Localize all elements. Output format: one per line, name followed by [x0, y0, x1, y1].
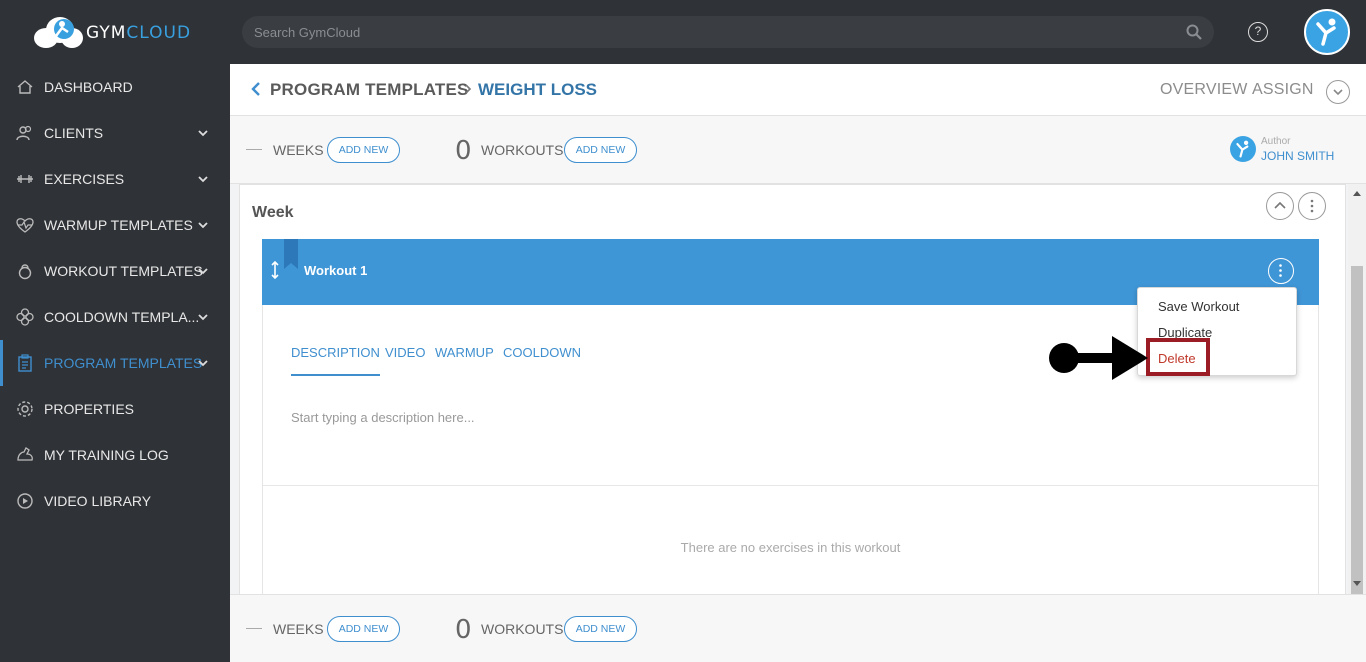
play-icon: [17, 493, 33, 509]
sidebar-item-properties[interactable]: PROPERTIES: [0, 386, 230, 432]
week-card: Week Workout 1 DESCRIPTION VIDEO WARMUP …: [239, 184, 1346, 594]
search-input[interactable]: [254, 16, 1174, 48]
help-icon[interactable]: ?: [1248, 22, 1268, 42]
author-name[interactable]: JOHN SMITH: [1261, 149, 1334, 163]
add-workout-button[interactable]: ADD NEW: [564, 137, 637, 163]
chevron-down-icon[interactable]: [197, 173, 209, 185]
logo[interactable]: GYMCLOUD: [0, 0, 230, 64]
top-bar: GYMCLOUD ?: [0, 0, 1366, 64]
workout-title: Workout 1: [304, 263, 368, 278]
tab-description[interactable]: DESCRIPTION: [291, 345, 380, 376]
weeks-count-placeholder: [246, 149, 262, 150]
add-week-button[interactable]: ADD NEW: [327, 137, 400, 163]
back-chevron-icon[interactable]: [250, 81, 262, 97]
home-icon: [17, 80, 33, 94]
page-header: PROGRAM TEMPLATES WEIGHT LOSS OVERVIEW A…: [230, 64, 1366, 116]
breadcrumb-parent[interactable]: PROGRAM TEMPLATES: [270, 80, 469, 100]
search-icon[interactable]: [1186, 24, 1202, 40]
collapse-week-button[interactable]: [1266, 192, 1294, 220]
user-avatar[interactable]: [1304, 9, 1350, 55]
week-title: Week: [252, 204, 294, 221]
search-bar: [242, 16, 1214, 48]
tab-assign[interactable]: ASSIGN: [1252, 81, 1314, 99]
description-input[interactable]: [291, 405, 991, 429]
tab-cooldown[interactable]: COOLDOWN: [503, 345, 581, 360]
drag-handle-icon[interactable]: [270, 261, 280, 279]
athlete-icon: [1316, 18, 1336, 46]
sidebar-item-my-training-log[interactable]: MY TRAINING LOG: [0, 432, 230, 478]
workouts-count: 0: [455, 136, 472, 166]
author-avatar: [1230, 136, 1256, 162]
week-more-button[interactable]: [1298, 192, 1326, 220]
bookmark-icon: [284, 239, 298, 269]
sidebar: DASHBOARD CLIENTS EXERCISES WARMUP TEMPL…: [0, 64, 230, 662]
content-scrollbar[interactable]: [1348, 184, 1366, 594]
chevron-down-icon[interactable]: [197, 357, 209, 369]
chevron-up-icon: [1274, 201, 1286, 209]
program-toolbar-bottom: WEEKS ADD NEW 0 WORKOUTS ADD NEW: [230, 594, 1366, 662]
dumbbell-icon: [17, 175, 33, 183]
tab-overview[interactable]: OVERVIEW: [1160, 81, 1248, 99]
sidebar-item-program-templates[interactable]: PROGRAM TEMPLATES: [0, 340, 230, 386]
chevron-down-icon[interactable]: [197, 311, 209, 323]
heartbeat-icon: [16, 218, 34, 233]
chevron-down-icon[interactable]: [197, 265, 209, 277]
gear-icon: [17, 401, 33, 417]
sidebar-item-exercises[interactable]: EXERCISES: [0, 156, 230, 202]
add-week-button[interactable]: ADD NEW: [327, 616, 400, 642]
users-icon: [16, 125, 32, 141]
program-content: Week Workout 1 DESCRIPTION VIDEO WARMUP …: [230, 184, 1366, 594]
menu-item-save-workout[interactable]: Save Workout: [1158, 299, 1239, 314]
more-vertical-icon: [1279, 264, 1282, 277]
sidebar-item-cooldown-templates[interactable]: COOLDOWN TEMPLA...: [0, 294, 230, 340]
workout-more-button[interactable]: [1268, 258, 1294, 284]
chevron-down-icon[interactable]: [197, 219, 209, 231]
sidebar-item-warmup-templates[interactable]: WARMUP TEMPLATES: [0, 202, 230, 248]
workouts-label: WORKOUTS: [481, 142, 564, 158]
weeks-count-placeholder: [246, 628, 262, 629]
empty-exercises-message: There are no exercises in this workout: [680, 540, 901, 555]
scroll-up-icon[interactable]: [1353, 190, 1361, 196]
pointer-arrow-icon: [1049, 336, 1148, 380]
kettlebell-icon: [18, 264, 32, 280]
scrollbar-thumb[interactable]: [1351, 266, 1363, 594]
header-dropdown-button[interactable]: [1326, 80, 1350, 104]
tab-warmup[interactable]: WARMUP: [435, 345, 494, 360]
weeks-label: WEEKS: [273, 621, 324, 637]
sidebar-item-video-library[interactable]: VIDEO LIBRARY: [0, 478, 230, 524]
scroll-down-icon[interactable]: [1353, 581, 1361, 587]
chevron-down-icon[interactable]: [197, 127, 209, 139]
athlete-icon: [1236, 140, 1249, 158]
tab-video[interactable]: VIDEO: [385, 345, 425, 360]
clipboard-icon: [18, 354, 32, 372]
chevron-down-icon: [1333, 89, 1343, 96]
sidebar-item-workout-templates[interactable]: WORKOUT TEMPLATES: [0, 248, 230, 294]
workouts-count: 0: [455, 615, 472, 645]
flower-icon: [16, 308, 34, 326]
weeks-label: WEEKS: [273, 142, 324, 158]
more-vertical-icon: [1310, 199, 1314, 213]
sidebar-item-dashboard[interactable]: DASHBOARD: [0, 64, 230, 110]
program-toolbar-top: WEEKS ADD NEW 0 WORKOUTS ADD NEW Author …: [230, 116, 1366, 184]
author-label: Author: [1261, 136, 1291, 147]
divider: [263, 485, 1318, 486]
sidebar-item-clients[interactable]: CLIENTS: [0, 110, 230, 156]
brand-name: GYMCLOUD: [86, 23, 192, 43]
cloud-logo-icon: [34, 17, 83, 48]
arm-icon: [17, 447, 33, 461]
workouts-label: WORKOUTS: [481, 621, 564, 637]
breadcrumb-current: WEIGHT LOSS: [478, 80, 597, 99]
add-workout-button[interactable]: ADD NEW: [564, 616, 637, 642]
chevron-right-icon: [465, 84, 472, 94]
